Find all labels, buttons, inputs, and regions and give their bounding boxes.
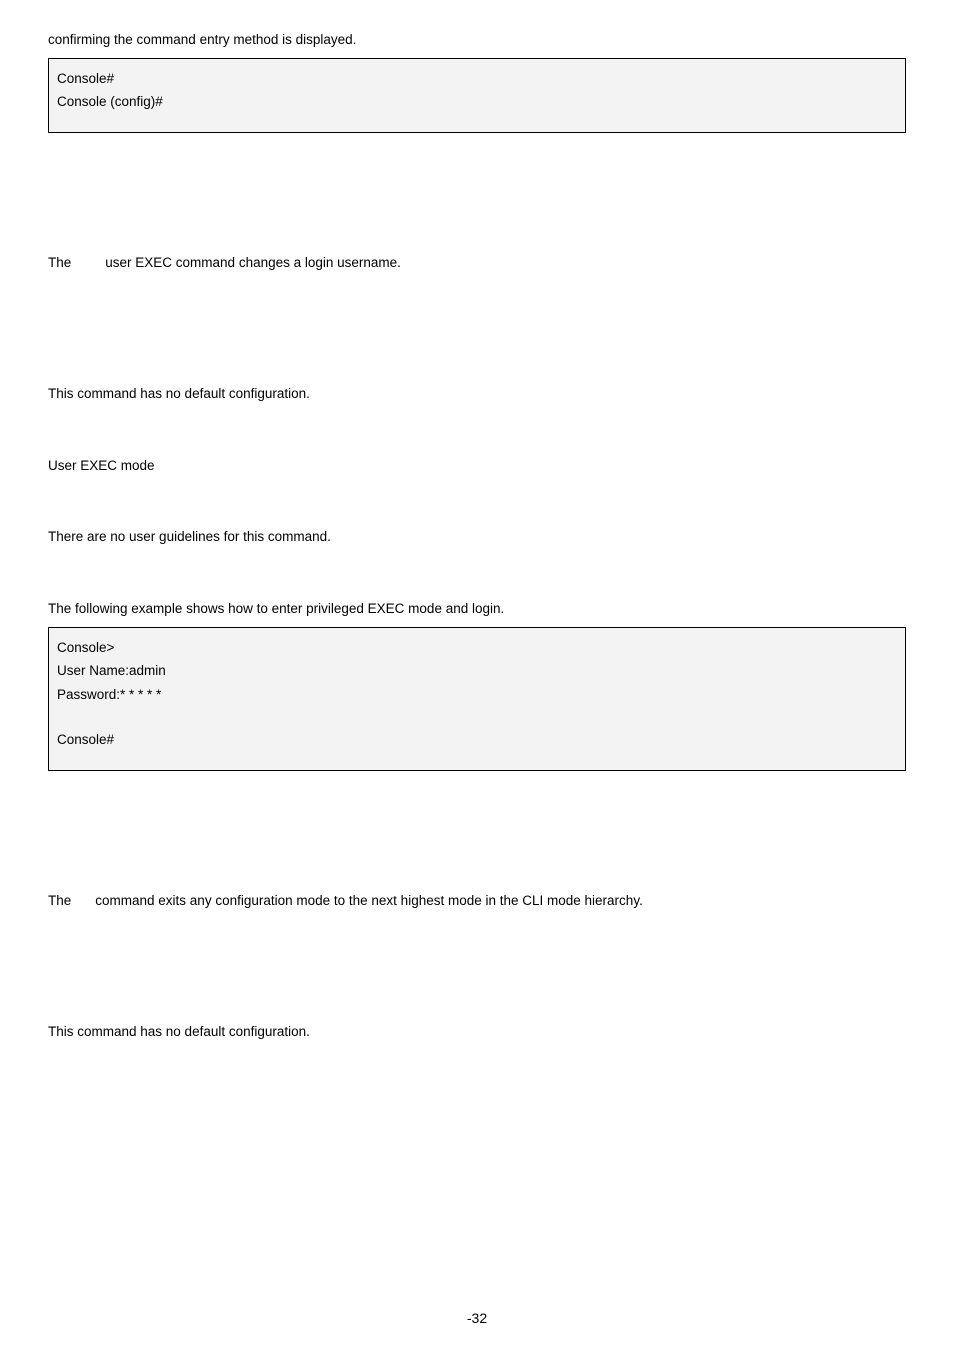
login-description: The user EXEC command changes a login use… — [48, 253, 906, 273]
code-line: User Name:admin — [57, 661, 897, 681]
desc-prefix: The — [48, 893, 71, 908]
default-config-text: This command has no default configuratio… — [48, 384, 906, 404]
code-line: Console> — [57, 638, 897, 658]
exit-description: The command exits any configuration mode … — [48, 891, 906, 911]
code-line: Console# — [57, 730, 897, 750]
page-number: -32 — [0, 1308, 954, 1328]
intro-text: confirming the command entry method is d… — [48, 30, 906, 50]
code-line: Password:* * * * * — [57, 685, 897, 705]
desc-rest: command exits any configuration mode to … — [95, 893, 643, 908]
user-guidelines-text: There are no user guidelines for this co… — [48, 527, 906, 547]
exit-default-text: This command has no default configuratio… — [48, 1022, 906, 1042]
command-mode-text: User EXEC mode — [48, 456, 906, 476]
code-line: Console# — [57, 69, 897, 89]
example-intro-text: The following example shows how to enter… — [48, 599, 906, 619]
code-box-2: Console> User Name:admin Password:* * * … — [48, 627, 906, 771]
desc-prefix: The — [48, 255, 71, 270]
code-line: Console (config)# — [57, 92, 897, 112]
code-box-1: Console# Console (config)# — [48, 58, 906, 133]
desc-rest: user EXEC command changes a login userna… — [105, 255, 401, 270]
